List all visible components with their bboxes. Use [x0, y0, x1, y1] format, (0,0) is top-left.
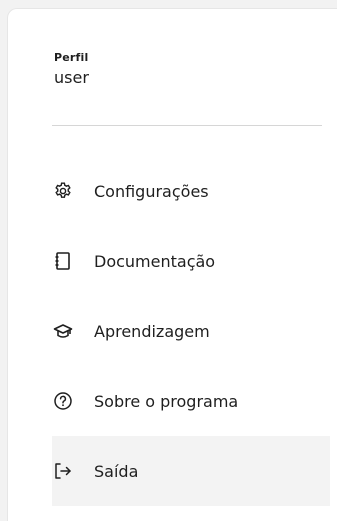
- menu-item-label: Aprendizagem: [94, 321, 210, 341]
- profile-label: Perfil: [54, 51, 89, 64]
- menu-item-label: Configurações: [94, 181, 209, 201]
- logout-icon: [53, 461, 73, 481]
- question-circle-icon: [53, 391, 73, 411]
- profile-section: Perfil user: [54, 51, 89, 88]
- divider: [52, 125, 322, 126]
- profile-username: user: [54, 68, 89, 87]
- menu-item-exit[interactable]: Saída: [52, 436, 330, 506]
- menu-item-settings[interactable]: Configurações: [52, 156, 330, 226]
- graduation-cap-icon: [53, 321, 73, 341]
- menu-item-label: Documentação: [94, 251, 216, 271]
- profile-menu-panel: Perfil user Configurações Documentação A…: [7, 8, 337, 521]
- document-icon: [53, 251, 73, 271]
- menu-item-documentation[interactable]: Documentação: [52, 226, 330, 296]
- menu-item-learning[interactable]: Aprendizagem: [52, 296, 330, 366]
- menu-item-about[interactable]: Sobre o programa: [52, 366, 330, 436]
- menu-item-label: Saída: [94, 461, 139, 481]
- menu-item-label: Sobre o programa: [94, 391, 239, 411]
- gear-icon: [53, 181, 73, 201]
